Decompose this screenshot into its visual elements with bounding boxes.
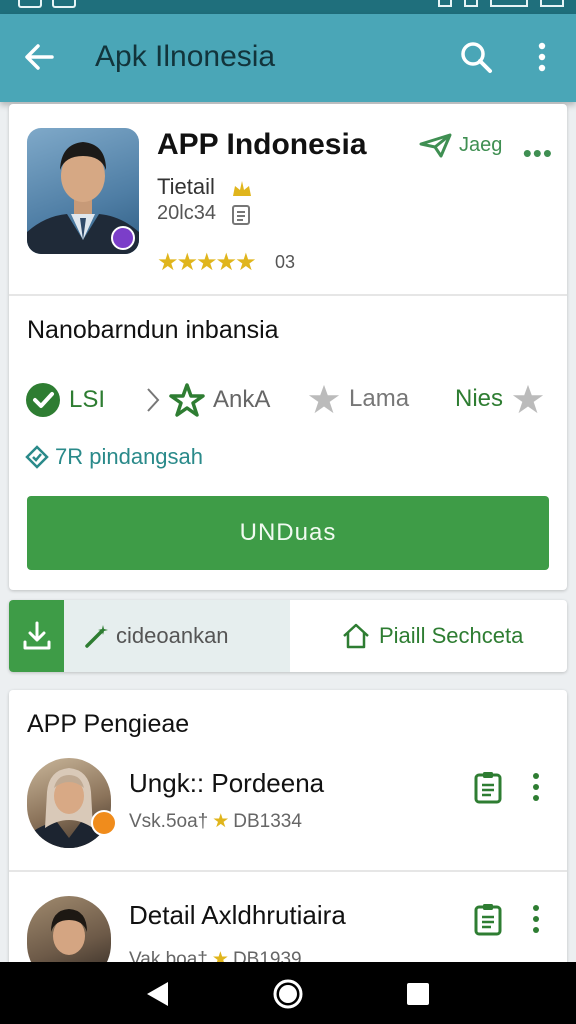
rating-stars: ★★★★★	[157, 249, 257, 276]
system-nav-bar	[0, 962, 576, 1024]
download-icon	[23, 621, 51, 650]
more-vert-icon[interactable]	[529, 770, 543, 804]
clipboard-icon[interactable]	[473, 770, 503, 804]
feature-item: Lama	[307, 382, 409, 416]
item-meta: Vsk.5oa† ★ DB1334	[129, 810, 302, 833]
recommend-tab[interactable]: cideoankan	[64, 600, 290, 672]
recommend-label: cideoankan	[116, 623, 229, 648]
more-vert-icon[interactable]	[529, 902, 543, 936]
magic-wand-icon	[85, 625, 108, 648]
app-tagline: Nanobarndun inbansia	[27, 316, 279, 344]
item-title: Ungk:: Pordeena	[129, 768, 325, 798]
app-badge-icon	[111, 226, 135, 250]
verified-developer-icon	[233, 181, 251, 196]
section-title: APP Pengieae	[27, 710, 190, 738]
nav-recents-icon[interactable]	[406, 982, 430, 1006]
install-button[interactable]: UNDuas	[27, 496, 549, 570]
back-arrow-icon[interactable]	[22, 40, 56, 74]
feature-item: AnkA	[145, 382, 270, 418]
card-more-icon[interactable]: •••	[523, 138, 553, 169]
share-label: Piaill Sechceta	[379, 623, 524, 648]
feature-label: Lama	[349, 385, 410, 412]
feature-row: LSI AnkA Lama Nies	[25, 382, 555, 428]
pending-status: 7R pindangsah	[25, 444, 203, 470]
status-system-icons	[438, 0, 564, 7]
tag-label: Jaeg	[459, 133, 503, 156]
item-publisher: Vsk.5oa†	[129, 810, 209, 832]
list-item[interactable]: Ungk:: Pordeena Vsk.5oa† ★ DB1334	[9, 752, 567, 872]
related-apps-card: APP Pengieae Ungk:: Pordeena Vsk.5oa† ★ …	[9, 690, 567, 990]
tag-chip[interactable]: Jaeg	[419, 132, 502, 158]
check-diamond-icon	[25, 445, 49, 469]
pending-label: 7R pindangsah	[55, 444, 204, 469]
feature-label: LSI	[69, 386, 106, 413]
status-notification-icons	[18, 0, 76, 8]
star-icon	[512, 384, 544, 414]
action-card: cideoankan Piaill Sechceta	[9, 600, 567, 672]
feature-label: AnkA	[213, 386, 271, 413]
feature-label: Nies	[455, 385, 504, 412]
star-outline-icon	[169, 383, 205, 417]
item-code: DB1334	[233, 810, 302, 832]
search-icon[interactable]	[458, 39, 494, 75]
app-name: APP Indonesia	[157, 128, 367, 161]
app-detail-card: APP Indonesia Tietail 20lc34 ★★★★★ 03 Ja…	[9, 104, 567, 590]
app-icon	[27, 128, 139, 254]
check-circle-icon	[26, 383, 60, 417]
document-icon	[232, 205, 250, 225]
rating-count: 03	[275, 252, 296, 272]
chevron-right-icon	[147, 388, 160, 412]
nav-back-icon[interactable]	[144, 980, 170, 1008]
clipboard-icon[interactable]	[473, 902, 503, 936]
star-icon	[308, 384, 340, 414]
app-size: 20lc34	[157, 202, 216, 224]
feature-item: Nies	[455, 382, 545, 416]
more-vert-icon[interactable]	[528, 40, 556, 74]
feature-item: LSI	[25, 382, 105, 418]
nav-home-icon[interactable]	[272, 978, 304, 1010]
app-bar: Apk Ilnonesia	[0, 14, 576, 102]
send-icon	[419, 133, 452, 158]
star-icon: ★	[212, 811, 230, 832]
item-title: Detail Axldhrutiaira	[129, 900, 346, 930]
download-button[interactable]	[9, 600, 64, 672]
avatar-badge-icon	[91, 810, 117, 836]
home-icon	[343, 623, 369, 649]
share-tab[interactable]: Piaill Sechceta	[341, 600, 523, 672]
developer-name[interactable]: Tietail	[157, 174, 215, 200]
status-bar	[0, 0, 576, 14]
divider	[9, 294, 567, 296]
page-title: Apk Ilnonesia	[95, 40, 276, 73]
